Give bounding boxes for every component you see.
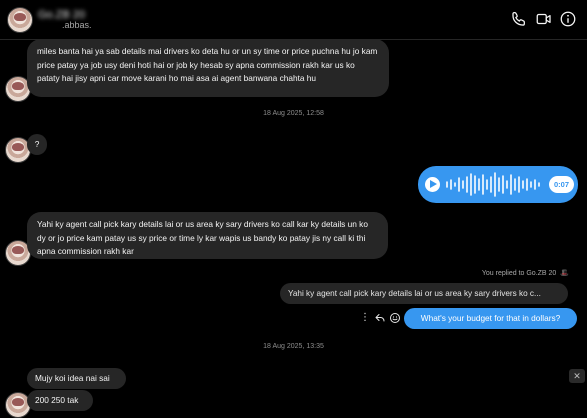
replied-to-text: You replied to Go.ZB 20 bbox=[481, 270, 557, 277]
contact-avatar[interactable] bbox=[7, 7, 33, 33]
quoted-message[interactable]: Yahi ky agent call pick kary details lai… bbox=[280, 283, 568, 304]
audio-waveform bbox=[446, 172, 540, 197]
contact-handle: .abbas. bbox=[62, 20, 92, 30]
video-camera-icon[interactable] bbox=[535, 10, 553, 28]
play-icon[interactable] bbox=[425, 177, 440, 192]
timestamp-divider: 18 Aug 2025, 13:35 bbox=[263, 343, 324, 350]
message-bubble-incoming[interactable]: 200 250 tak bbox=[27, 390, 93, 411]
chat-header: Go.ZB 20 .abbas. bbox=[0, 0, 587, 40]
voice-message[interactable]: 0:07 bbox=[418, 166, 578, 203]
info-icon[interactable] bbox=[559, 10, 577, 28]
message-bubble-incoming[interactable]: Mujy koi idea nai sai bbox=[27, 368, 126, 389]
emoji-react-icon[interactable] bbox=[389, 312, 401, 324]
close-icon[interactable]: ✕ bbox=[569, 369, 585, 383]
message-bubble-incoming[interactable]: miles banta hai ya sab details mai drive… bbox=[27, 39, 389, 97]
reply-icon[interactable] bbox=[374, 312, 386, 324]
more-options-icon[interactable]: ⋮ bbox=[359, 312, 371, 324]
message-bubble-incoming[interactable]: Yahi ky agent call pick kary details lai… bbox=[27, 212, 388, 259]
timestamp-divider: 18 Aug 2025, 12:58 bbox=[263, 110, 324, 117]
hat-emoji: 🎩 bbox=[560, 270, 569, 277]
replied-to-label: You replied to Go.ZB 20 🎩 bbox=[482, 269, 569, 277]
message-bubble-outgoing[interactable]: What's your budget for that in dollars? bbox=[404, 308, 577, 329]
phone-icon[interactable] bbox=[510, 10, 528, 28]
message-bubble-incoming[interactable]: ? bbox=[27, 134, 47, 155]
voice-duration: 0:07 bbox=[549, 176, 574, 193]
